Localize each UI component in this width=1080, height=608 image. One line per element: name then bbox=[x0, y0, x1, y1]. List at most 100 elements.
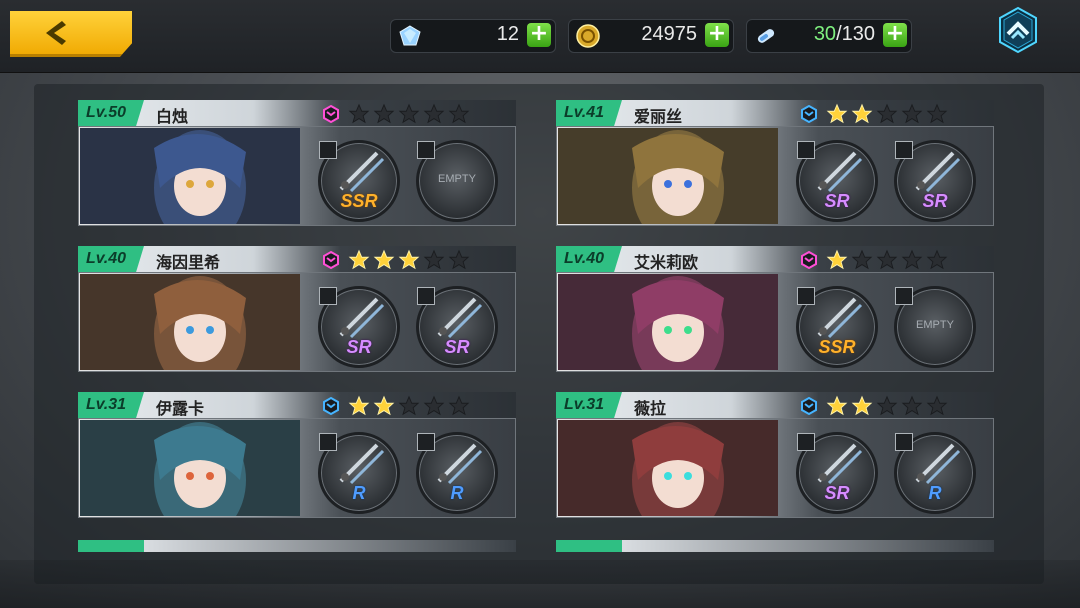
character-name: 艾米莉欧 bbox=[634, 253, 699, 272]
weapon-slot[interactable]: SR bbox=[796, 432, 878, 514]
coin-count: 24975 bbox=[641, 23, 697, 45]
chevron-left-icon bbox=[46, 21, 66, 45]
star-filled-icon bbox=[851, 103, 873, 124]
level-label: Lv.41 bbox=[556, 100, 622, 126]
level-label: Lv.31 bbox=[78, 392, 144, 418]
star-empty-icon bbox=[448, 103, 470, 124]
star-filled-icon bbox=[348, 395, 370, 416]
rank-badge-icon bbox=[801, 251, 817, 269]
star-empty-icon bbox=[348, 103, 370, 124]
star-empty-icon bbox=[926, 103, 948, 124]
star-empty-icon bbox=[423, 103, 445, 124]
rank-badge-icon bbox=[801, 105, 817, 123]
character-card[interactable]: Lv.31 薇拉 SR R bbox=[556, 392, 994, 518]
rank-badge-icon bbox=[801, 397, 817, 415]
rarity-label: SSR bbox=[818, 337, 856, 357]
star-rating bbox=[826, 103, 948, 125]
weapon-icon bbox=[339, 151, 385, 193]
character-card[interactable]: Lv.41 爱丽丝 SR SR bbox=[556, 100, 994, 226]
home-icon[interactable] bbox=[996, 6, 1040, 54]
star-filled-icon bbox=[373, 249, 395, 270]
character-portrait bbox=[80, 128, 300, 224]
star-filled-icon bbox=[826, 395, 848, 416]
character-name: 爱丽丝 bbox=[634, 107, 683, 126]
star-empty-icon bbox=[398, 103, 420, 124]
bottom-shade bbox=[0, 560, 1080, 608]
weapon-icon bbox=[817, 443, 863, 485]
star-empty-icon bbox=[901, 103, 923, 124]
rank-badge-icon bbox=[323, 397, 339, 415]
character-card[interactable]: Lv.40 海因里希 SR SR bbox=[78, 246, 516, 372]
rarity-label: SR bbox=[346, 337, 372, 357]
character-card[interactable]: Lv.40 艾米莉欧 SSR EMPTY bbox=[556, 246, 994, 372]
weapon-icon bbox=[915, 151, 961, 193]
add-gems-button[interactable]: + bbox=[527, 23, 551, 47]
character-art-icon bbox=[558, 128, 778, 224]
empty-weapon-slot[interactable]: EMPTY bbox=[894, 286, 976, 368]
star-rating bbox=[348, 249, 470, 271]
star-empty-icon bbox=[373, 103, 395, 124]
star-rating bbox=[348, 395, 470, 417]
back-button[interactable] bbox=[10, 11, 132, 57]
star-empty-icon bbox=[901, 249, 923, 270]
star-empty-icon bbox=[851, 249, 873, 270]
star-filled-icon bbox=[826, 249, 848, 270]
star-filled-icon bbox=[373, 395, 395, 416]
weapon-icon bbox=[339, 443, 385, 485]
star-rating bbox=[348, 103, 470, 125]
weapon-icon bbox=[437, 297, 483, 339]
stamina-icon bbox=[757, 29, 775, 43]
add-coins-button[interactable]: + bbox=[705, 23, 729, 47]
coin-counter: 24975 + bbox=[568, 19, 734, 53]
star-empty-icon bbox=[876, 395, 898, 416]
weapon-slot[interactable]: R bbox=[318, 432, 400, 514]
rank-badge-icon bbox=[323, 251, 339, 269]
character-art-icon bbox=[558, 420, 778, 516]
rarity-label: R bbox=[450, 483, 464, 503]
star-empty-icon bbox=[423, 249, 445, 270]
stamina-counter: 30/130 + bbox=[746, 19, 912, 53]
gem-count: 12 bbox=[496, 23, 519, 45]
character-card[interactable]: Lv.31 伊露卡 R R bbox=[78, 392, 516, 518]
slot-corner-icon bbox=[417, 141, 435, 159]
weapon-slot[interactable]: SR bbox=[894, 140, 976, 222]
rank-badge-icon bbox=[323, 105, 339, 123]
stamina-count: 30/130 bbox=[814, 23, 875, 46]
coin-icon bbox=[576, 24, 600, 48]
gem-icon bbox=[399, 25, 421, 46]
weapon-slot[interactable]: R bbox=[894, 432, 976, 514]
add-stamina-button[interactable]: + bbox=[883, 23, 907, 47]
star-empty-icon bbox=[926, 395, 948, 416]
level-label: Lv.50 bbox=[78, 100, 144, 126]
gem-counter: 12 + bbox=[390, 19, 556, 53]
star-empty-icon bbox=[423, 395, 445, 416]
star-filled-icon bbox=[851, 395, 873, 416]
weapon-slot[interactable]: SSR bbox=[318, 140, 400, 222]
weapon-slot[interactable]: SR bbox=[796, 140, 878, 222]
rarity-label: SSR bbox=[340, 191, 378, 211]
rarity-label: R bbox=[928, 483, 942, 503]
character-portrait bbox=[558, 420, 778, 516]
slot-corner-icon bbox=[895, 287, 913, 305]
rarity-label: R bbox=[352, 483, 366, 503]
character-art-icon bbox=[80, 274, 300, 370]
star-empty-icon bbox=[876, 249, 898, 270]
empty-weapon-slot[interactable]: EMPTY bbox=[416, 140, 498, 222]
star-empty-icon bbox=[398, 395, 420, 416]
character-portrait bbox=[558, 274, 778, 370]
weapon-slot[interactable]: SSR bbox=[796, 286, 878, 368]
weapon-slot[interactable]: SR bbox=[416, 286, 498, 368]
weapon-icon bbox=[437, 443, 483, 485]
weapon-slot[interactable]: R bbox=[416, 432, 498, 514]
star-rating bbox=[826, 249, 948, 271]
weapon-icon bbox=[817, 151, 863, 193]
stamina-current: 30 bbox=[813, 23, 837, 45]
star-empty-icon bbox=[926, 249, 948, 270]
character-portrait bbox=[80, 274, 300, 370]
character-name: 伊露卡 bbox=[156, 399, 205, 418]
character-card[interactable]: Lv.50 白烛 SSR EMPTY bbox=[78, 100, 516, 226]
weapon-icon bbox=[339, 297, 385, 339]
weapon-slot[interactable]: SR bbox=[318, 286, 400, 368]
character-name: 白烛 bbox=[156, 107, 189, 126]
star-filled-icon bbox=[826, 103, 848, 124]
